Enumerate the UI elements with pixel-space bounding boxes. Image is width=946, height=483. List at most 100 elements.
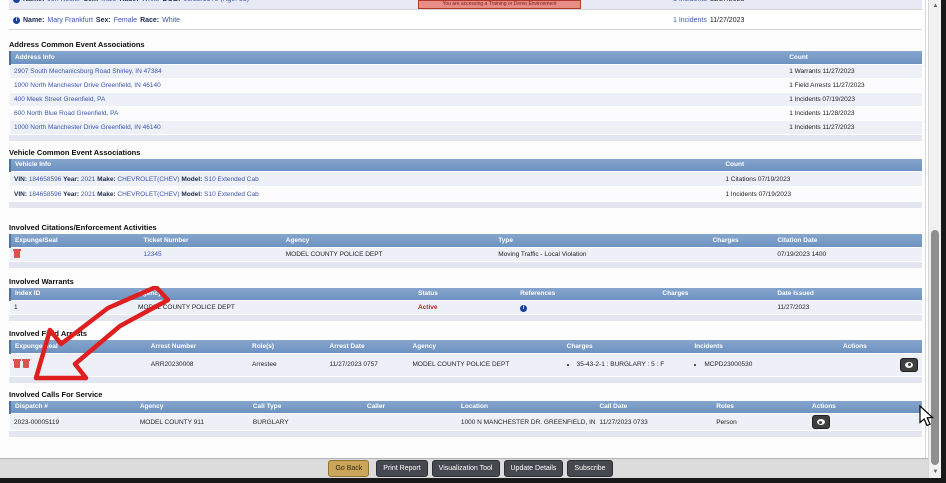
visualization-tool-button[interactable]: Visualization Tool — [432, 460, 500, 477]
field-arrests-table: Expunge/Seal Arrest Number Role(s) Arres… — [9, 340, 922, 377]
cell-date-issued: 11/27/2023 — [773, 301, 922, 315]
person-dob-value: 05/22/1970 (Age: 53) — [183, 0, 249, 3]
table-row: 2907 South Mechanicsburg Road Shirley, I… — [10, 64, 922, 78]
header-row: Expunge/Seal Arrest Number Role(s) Arres… — [10, 340, 922, 353]
model-value[interactable]: S10 Extended Cab — [204, 191, 259, 198]
person-race-value[interactable]: White — [142, 0, 160, 3]
person-count: 1 Incidents 11/27/2023 — [673, 10, 744, 30]
col-header-roles: Role(s) — [248, 340, 326, 353]
col-header-index-id: Index ID — [10, 288, 134, 301]
person-sex-value[interactable]: Male — [101, 0, 116, 3]
table-row: VIN: 184658596 Year: 2021 Make: CHEVROLE… — [10, 187, 922, 202]
vin-label: VIN: — [14, 176, 27, 183]
vehicle-table: Vehicle Info Count VIN: 184658596 Year: … — [9, 159, 922, 203]
cell-agency: MODEL COUNTY POLICE DEPT — [134, 301, 414, 315]
table-row: 400 Meek Street Greenfield, PA 1 Inciden… — [10, 92, 922, 106]
citations-section-title: Involved Citations/Enforcement Activitie… — [9, 223, 925, 232]
col-header-roles: Roles — [712, 401, 808, 414]
col-header-call-date: Call Date — [595, 401, 712, 414]
make-value[interactable]: CHEVROLET(CHEV) — [117, 176, 179, 183]
year-value[interactable]: 2021 — [81, 191, 95, 198]
col-header-vehicle-info: Vehicle Info — [10, 159, 721, 172]
address-table: Address Info Count 2907 South Mechanicsb… — [9, 51, 922, 135]
make-value[interactable]: CHEVROLET(CHEV) — [117, 191, 179, 198]
subscribe-button[interactable]: Subscribe — [567, 460, 612, 477]
warrants-table: Index ID Agency Status References Charge… — [9, 288, 922, 316]
vin-link[interactable]: 184658596 — [29, 191, 62, 198]
sex-label: Sex: — [83, 0, 98, 3]
window-right-edge — [941, 0, 946, 483]
name-label: Name: — [23, 0, 44, 3]
col-header-expunge-seal: Expunge/Seal — [10, 340, 147, 353]
person-name-link[interactable]: Mary Frankfurt — [47, 17, 93, 24]
col-header-arrest-date: Arrest Date — [326, 340, 409, 353]
vin-link[interactable]: 184658596 — [29, 176, 62, 183]
col-header-status: Status — [414, 288, 516, 301]
view-details-button[interactable] — [900, 358, 918, 372]
training-demo-banner: You are accessing a Training or Demo Env… — [418, 0, 581, 9]
vertical-scrollbar[interactable]: ▲ ▼ — [928, 0, 941, 478]
cell-agency: MODEL COUNTY 911 — [136, 414, 249, 431]
vin-label: VIN: — [14, 191, 27, 198]
eye-icon — [817, 419, 825, 425]
table-footer-strip — [9, 431, 922, 437]
address-count: 1 Field Arrests 11/27/2023 — [785, 78, 922, 92]
person-count: 1 Incidents 11/27/2023 — [673, 0, 744, 9]
ticket-number-link[interactable]: 12345 — [144, 251, 162, 258]
seal-trash-icon[interactable] — [23, 361, 29, 368]
table-row: 1000 North Manchester Drive Greenfield, … — [10, 120, 922, 134]
address-count: 1 Warrants 11/27/2023 — [785, 64, 922, 78]
table-footer-strip — [9, 262, 922, 268]
cell-roles: Arrestee — [248, 353, 326, 376]
table-row: 600 North Blue Road Greenfield, PA 1 Inc… — [10, 106, 922, 120]
expunge-trash-icon[interactable] — [14, 361, 20, 368]
address-count: 1 Incidents 11/28/2023 — [785, 106, 922, 120]
cell-citation-date: 07/19/2023 1400 — [773, 247, 922, 261]
person-count-link[interactable]: 1 Incidents — [673, 17, 707, 24]
address-link[interactable]: 400 Meek Street Greenfield, PA — [14, 96, 105, 103]
col-header-agency: Agency — [409, 340, 563, 353]
year-value[interactable]: 2021 — [81, 176, 95, 183]
cell-caller — [363, 414, 457, 431]
address-link[interactable]: 2907 South Mechanicsburg Road Shirley, I… — [14, 68, 162, 75]
warrant-status-active: Active — [418, 304, 438, 311]
expunge-trash-icon[interactable] — [14, 251, 20, 258]
address-link[interactable]: 600 North Blue Road Greenfield, PA — [14, 110, 118, 117]
references-info-icon[interactable]: i — [520, 305, 527, 312]
model-value[interactable]: S10 Extended Cab — [204, 176, 259, 183]
person-row-inner: i Name: Mary Frankfurt Sex: Female Race:… — [9, 10, 922, 30]
cell-type: Moving Traffic - Local Violation — [494, 247, 708, 261]
records-page: i Name: Jon Kosier Sex: Male Race: White… — [0, 0, 926, 458]
scroll-down-icon[interactable]: ▼ — [929, 466, 942, 478]
table-footer-strip — [9, 202, 922, 208]
model-label: Model: — [181, 176, 202, 183]
update-details-button[interactable]: Update Details — [504, 460, 564, 477]
charge-item: 35-43-2-1 : BURGLARY : 5 : F — [577, 361, 687, 368]
col-header-agency: Agency — [282, 234, 494, 247]
person-race-value[interactable]: White — [162, 17, 180, 24]
eye-icon — [905, 362, 913, 368]
person-info-icon[interactable]: i — [13, 17, 20, 24]
col-header-incidents: Incidents — [690, 340, 839, 353]
scroll-up-icon[interactable]: ▲ — [929, 0, 942, 12]
table-row: VIN: 184658596 Year: 2021 Make: CHEVROLE… — [10, 172, 922, 187]
citations-table: Expunge/Seal Ticket Number Agency Type C… — [9, 234, 922, 262]
view-details-button[interactable] — [812, 415, 830, 429]
col-header-caller: Caller — [363, 401, 457, 414]
col-header-dispatch: Dispatch # — [10, 401, 136, 414]
race-label: Race: — [140, 17, 159, 24]
address-link[interactable]: 1000 North Manchester Drive Greenfield, … — [14, 82, 161, 89]
person-sex-value[interactable]: Female — [114, 17, 137, 24]
col-header-expunge-seal: Expunge/Seal — [10, 234, 140, 247]
scrollbar-thumb[interactable] — [931, 230, 939, 465]
go-back-button[interactable]: Go Back — [328, 460, 369, 477]
person-info-icon[interactable]: i — [13, 0, 20, 3]
col-header-arrest-number: Arrest Number — [147, 340, 248, 353]
person-name-link[interactable]: Jon Kosier — [47, 0, 80, 3]
person-count-link[interactable]: 1 Incidents — [673, 0, 707, 3]
incident-item: MCPD23000530 — [704, 361, 835, 368]
col-header-agency: Agency — [134, 288, 414, 301]
print-report-button[interactable]: Print Report — [376, 460, 427, 477]
address-link[interactable]: 1000 North Manchester Drive Greenfield, … — [14, 124, 161, 131]
cell-charges — [658, 301, 773, 315]
